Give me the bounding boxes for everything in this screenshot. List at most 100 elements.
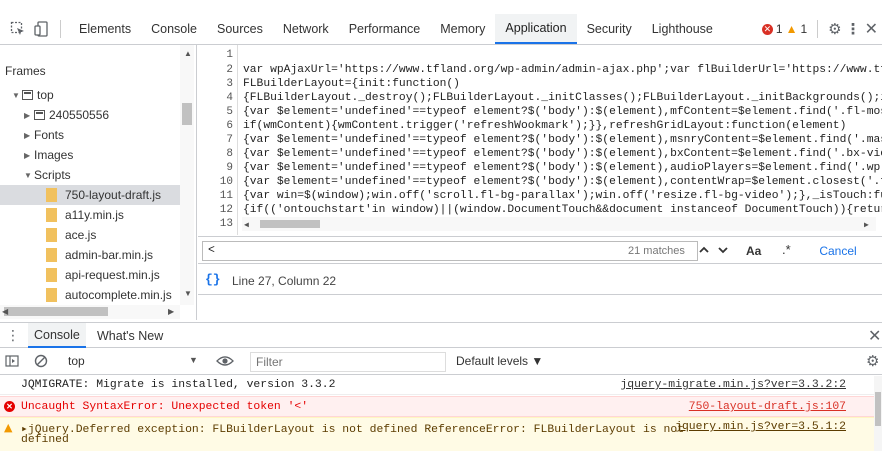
drawer-tab-whats-new[interactable]: What's New (91, 323, 169, 348)
scroll-right-icon[interactable]: ▶ (168, 307, 174, 316)
drawer-tab-console[interactable]: Console (28, 323, 86, 348)
tab-memory[interactable]: Memory (430, 14, 495, 44)
console-filter-input[interactable]: Filter (250, 352, 446, 372)
tree-item-script[interactable]: a11y.min.js (0, 205, 180, 225)
toolbar-right: ✕ 1 ▲ 1 ⚙ ⋮ ✕ (761, 14, 882, 44)
tree-item-label: autocomplete.min.js (65, 288, 172, 302)
close-devtools-icon[interactable]: ✕ (865, 19, 878, 39)
script-file-icon (46, 208, 57, 222)
sidebar-hscroll-thumb[interactable] (4, 307, 108, 316)
message-text-line1: jQuery.Deferred exception: FLBuilderLayo… (27, 424, 685, 436)
pretty-print-button[interactable]: {} (205, 272, 221, 287)
line-number: 4 (226, 92, 233, 104)
tab-console[interactable]: Console (141, 14, 207, 44)
tree-item-label: api-request.min.js (65, 268, 160, 282)
tree-item-script[interactable]: autocomplete.min.js (0, 285, 180, 305)
source-code-viewer[interactable]: 1 2 3 4 5 6 7 8 9 10 11 12 13 var wpAjax… (198, 45, 882, 235)
toolbar-divider (817, 20, 819, 38)
scroll-right-icon[interactable]: ▶ (864, 220, 869, 230)
tab-network[interactable]: Network (273, 14, 339, 44)
console-scroll-thumb[interactable] (875, 392, 881, 426)
line-number: 1 (226, 49, 233, 61)
message-text: ▸jQuery.Deferred exception: FLBuilderLay… (21, 421, 684, 436)
frames-sidebar: Frames ▼ top ▶ 240550556 ▶ Fonts ▶ Image… (0, 45, 197, 320)
script-file-icon (46, 288, 57, 302)
console-message-error: ✕ Uncaught SyntaxError: Unexpected token… (0, 396, 880, 417)
message-source-link[interactable]: jquery.min.js?ver=3.5.1:2 (675, 421, 846, 433)
tab-sources[interactable]: Sources (207, 14, 273, 44)
cursor-position: Line 27, Column 22 (232, 274, 337, 288)
log-levels-dropdown[interactable]: Default levels ▼ (456, 354, 543, 368)
sidebar-vertical-scrollbar[interactable] (180, 45, 194, 305)
tree-item-label: admin-bar.min.js (65, 248, 154, 262)
dropdown-arrow-icon[interactable]: ▼ (189, 355, 198, 365)
tab-lighthouse[interactable]: Lighthouse (642, 14, 723, 44)
live-expression-eye-icon[interactable] (216, 352, 234, 370)
clear-console-icon[interactable] (34, 354, 48, 371)
match-case-button[interactable]: Aa (746, 244, 761, 258)
scroll-down-icon[interactable]: ▼ (184, 289, 192, 298)
code-line: {var $element='undefined'==typeof elemen… (243, 134, 882, 146)
drawer-tabbar: ⋮ Console What's New ✕ (0, 322, 882, 348)
regex-button[interactable]: .* (782, 242, 791, 257)
message-text-line2: defined (21, 434, 69, 446)
more-options-icon[interactable]: ⋮ (846, 20, 861, 38)
tree-item-script[interactable]: admin-bar.min.js (0, 245, 180, 265)
scroll-left-icon[interactable]: ◀ (244, 220, 249, 230)
tree-item-scripts[interactable]: ▼ Scripts (0, 165, 180, 185)
sidebar-scroll-thumb[interactable] (182, 103, 192, 125)
scroll-left-icon[interactable]: ◀ (2, 307, 8, 316)
tree-item-label: top (37, 88, 54, 102)
code-hscroll-thumb[interactable] (260, 220, 320, 228)
cancel-search-button[interactable]: Cancel (798, 240, 878, 262)
next-match-button[interactable] (715, 242, 731, 258)
message-text: Uncaught SyntaxError: Unexpected token '… (21, 401, 309, 413)
context-selector[interactable]: top (68, 354, 85, 368)
log-levels-label: Default levels (456, 354, 529, 368)
previous-match-button[interactable] (696, 242, 712, 258)
error-warning-counter[interactable]: ✕ 1 ▲ 1 (761, 22, 807, 36)
code-horizontal-scrollbar[interactable] (242, 217, 876, 231)
device-toolbar-icon[interactable] (30, 17, 54, 41)
tab-performance[interactable]: Performance (339, 14, 431, 44)
code-line: {var $element='undefined'==typeof elemen… (243, 148, 882, 160)
search-input[interactable]: < (202, 241, 698, 261)
tree-item-script[interactable]: api-request.min.js (0, 265, 180, 285)
script-file-icon (46, 268, 57, 282)
tree-item-label: a11y.min.js (65, 208, 124, 222)
close-drawer-icon[interactable]: ✕ (868, 326, 881, 346)
code-line: {var $element='undefined'==typeof elemen… (243, 106, 882, 118)
expand-right-icon[interactable]: ▶ (24, 111, 34, 120)
tree-item-fonts[interactable]: ▶ Fonts (0, 125, 180, 145)
scroll-up-icon[interactable]: ▲ (184, 49, 192, 58)
tab-security[interactable]: Security (577, 14, 642, 44)
expand-right-icon[interactable]: ▶ (24, 151, 34, 160)
expand-down-icon[interactable]: ▼ (12, 91, 22, 100)
expand-down-icon[interactable]: ▼ (24, 171, 34, 180)
message-text: JQMIGRATE: Migrate is installed, version… (21, 379, 336, 391)
code-line: {var $element='undefined'==typeof elemen… (243, 162, 882, 174)
tree-item-images[interactable]: ▶ Images (0, 145, 180, 165)
tree-item-label: Fonts (34, 128, 65, 142)
tree-item-frame[interactable]: ▶ 240550556 (0, 105, 180, 125)
drawer-menu-icon[interactable]: ⋮ (6, 327, 20, 344)
tree-item-script-selected[interactable]: 750-layout-draft.js (0, 185, 180, 205)
tree-item-script[interactable]: ace.js (0, 225, 180, 245)
console-settings-gear-icon[interactable]: ⚙ (866, 352, 879, 370)
settings-gear-icon[interactable]: ⚙ (828, 20, 841, 38)
expand-right-icon[interactable]: ▶ (24, 131, 34, 140)
tab-application[interactable]: Application (495, 14, 577, 44)
console-message-info: JQMIGRATE: Migrate is installed, version… (0, 376, 880, 395)
tab-elements[interactable]: Elements (69, 14, 141, 44)
tree-item-label: 750-layout-draft.js (65, 188, 162, 202)
code-line: var wpAjaxUrl='https://www.tfland.org/wp… (243, 64, 882, 76)
tree-item-top[interactable]: ▼ top (0, 85, 180, 105)
message-source-link[interactable]: 750-layout-draft.js:107 (689, 401, 846, 413)
tree-item-label: Scripts (34, 168, 71, 182)
line-number-gutter: 1 2 3 4 5 6 7 8 9 10 11 12 13 (198, 45, 238, 235)
toolbar-divider (60, 20, 61, 38)
inspect-element-icon[interactable] (6, 17, 30, 41)
show-sidebar-icon[interactable] (5, 354, 19, 371)
message-source-link[interactable]: jquery-migrate.min.js?ver=3.3.2:2 (620, 379, 846, 391)
script-file-icon (46, 248, 57, 262)
